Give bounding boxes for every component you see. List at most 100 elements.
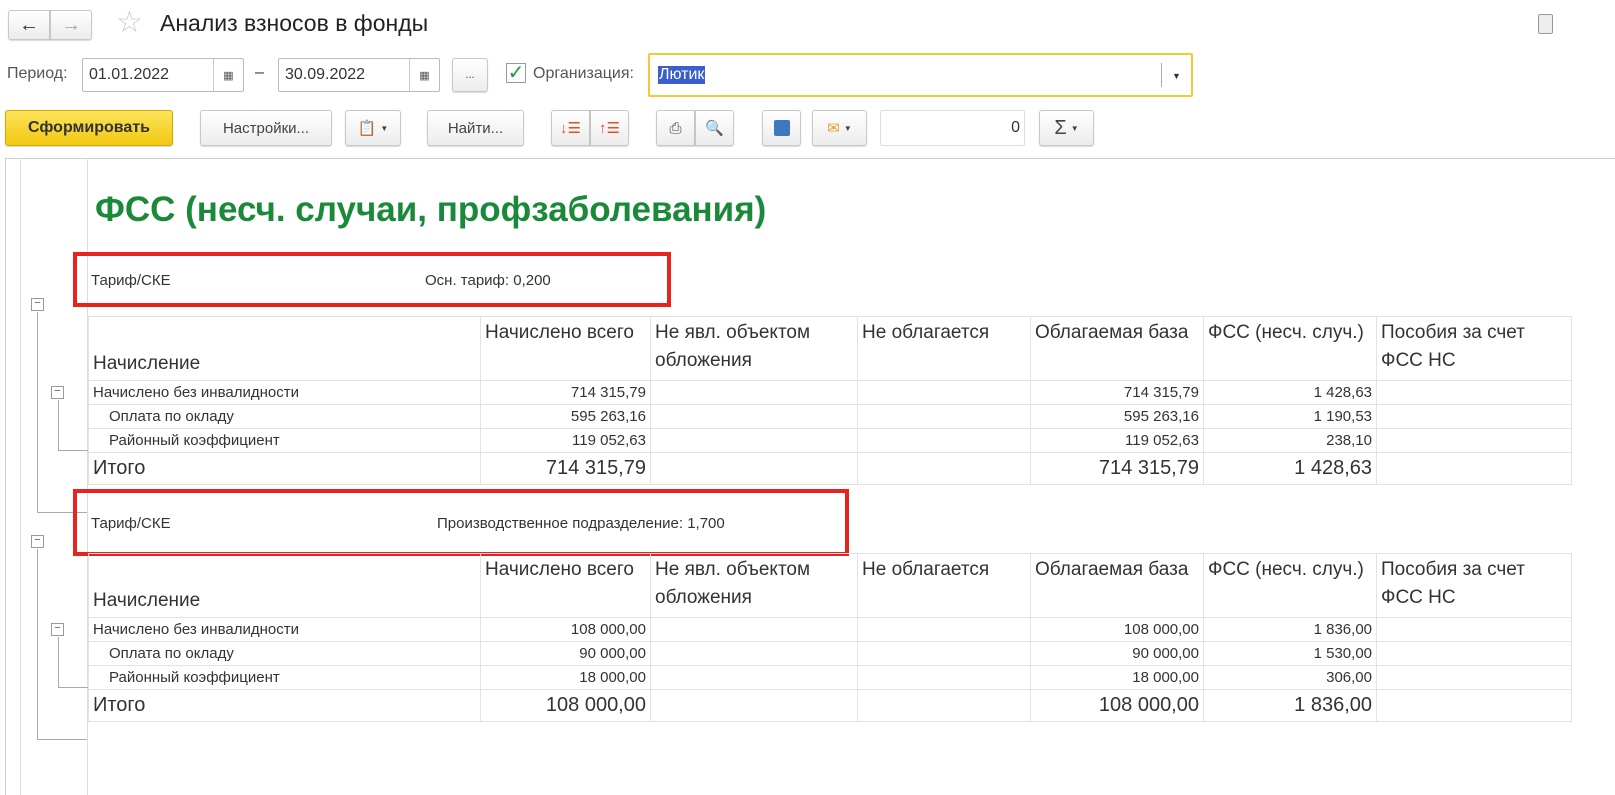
sum-counter-value: 0 xyxy=(1011,119,1020,136)
table-row[interactable]: Оплата по окладу 595 263,16 595 263,16 1 19… xyxy=(88,404,1572,429)
column-header: Начислено всего xyxy=(480,553,651,618)
sum-counter-field: 0 xyxy=(880,110,1025,146)
save-button[interactable] xyxy=(762,110,801,146)
expand-icon: ↓☰ xyxy=(560,120,581,137)
organization-label: Организация: xyxy=(533,65,634,82)
cell-total: 119 052,63 xyxy=(480,428,651,453)
organization-value: Лютик xyxy=(658,66,706,84)
cell-name: Оплата по окладу xyxy=(88,404,481,429)
variants-button[interactable]: 📋 ▼ xyxy=(345,110,401,146)
print-preview-icon: 🔍 xyxy=(705,120,724,137)
period-select-button[interactable]: ... xyxy=(452,58,488,92)
cell-total: 108 000,00 xyxy=(480,617,651,642)
cell-benefits xyxy=(1376,428,1572,453)
send-email-button[interactable]: ✉ ▼ xyxy=(812,110,867,146)
page-title: Анализ взносов в фонды xyxy=(160,10,429,36)
total-benefits xyxy=(1376,452,1572,485)
cell-total: 18 000,00 xyxy=(480,665,651,690)
total-base: 714 315,79 xyxy=(1030,452,1204,485)
total-row[interactable]: Итого 714 315,79 714 315,79 1 428,63 xyxy=(88,452,1572,485)
table-row[interactable]: Районный коэффициент 119 052,63 119 052,63… xyxy=(88,428,1572,453)
envelope-icon: ✉ xyxy=(827,120,840,137)
column-header: Облагаемая база xyxy=(1030,553,1204,618)
table-row[interactable]: Районный коэффициент 18 000,00 18 000,00 30… xyxy=(88,665,1572,690)
favorite-star-icon[interactable]: ☆ xyxy=(116,5,143,40)
generate-button[interactable]: Сформировать xyxy=(5,110,173,146)
collapse-groups-button[interactable]: ↑☰ xyxy=(590,110,629,146)
cell-base: 595 263,16 xyxy=(1030,404,1204,429)
cell-benefits xyxy=(1376,641,1572,666)
collapse-group-toggle[interactable]: − xyxy=(31,298,44,311)
date-from-field[interactable]: 01.01.2022 ▦ xyxy=(82,58,244,92)
preview-button[interactable]: 🔍 xyxy=(695,110,734,146)
cell-nonobj xyxy=(650,641,858,666)
column-header: ФСС (несч. случ.) xyxy=(1203,316,1377,381)
cell-base: 108 000,00 xyxy=(1030,617,1204,642)
cell-exempt xyxy=(857,617,1031,642)
period-label: Период: xyxy=(7,65,68,82)
table-row[interactable]: Оплата по окладу 90 000,00 90 000,00 1 530,… xyxy=(88,641,1572,666)
total-base: 108 000,00 xyxy=(1030,689,1204,722)
tarif-box: Тариф/СКЕ Осн. тариф: 0,200 xyxy=(73,252,671,307)
forward-button[interactable]: → xyxy=(50,10,92,40)
sum-button[interactable]: Σ ▼ xyxy=(1039,110,1094,146)
collapse-group-toggle[interactable]: − xyxy=(31,535,44,548)
column-header: Начисление xyxy=(88,316,481,381)
total-fss: 1 836,00 xyxy=(1203,689,1377,722)
report-variants-icon: 📋 xyxy=(357,120,377,137)
report-table: Начисление Начислено всего Не явл. объекто… xyxy=(88,553,1572,722)
organization-checkbox[interactable]: ✓ xyxy=(506,63,526,83)
organization-field[interactable]: Лютик ▼ xyxy=(648,53,1193,97)
settings-button[interactable]: Настройки... xyxy=(200,110,332,146)
print-button[interactable]: ⎙ xyxy=(656,110,695,146)
column-header: Начисление xyxy=(88,553,481,618)
calendar-icon[interactable]: ▦ xyxy=(409,59,439,91)
table-row[interactable]: Начислено без инвалидности 714 315,79 714 … xyxy=(88,380,1572,405)
column-header: Облагаемая база xyxy=(1030,316,1204,381)
printer-icon: ⎙ xyxy=(669,119,682,137)
total-fss: 1 428,63 xyxy=(1203,452,1377,485)
cell-fss: 1 190,53 xyxy=(1203,404,1377,429)
expand-groups-button[interactable]: ↓☰ xyxy=(551,110,590,146)
cell-name: Районный коэффициент xyxy=(88,665,481,690)
date-from-value: 01.01.2022 xyxy=(89,66,170,83)
total-row[interactable]: Итого 108 000,00 108 000,00 1 836,00 xyxy=(88,689,1572,722)
cell-fss: 238,10 xyxy=(1203,428,1377,453)
column-header: Не явл. объектом обложения xyxy=(650,316,858,381)
total-benefits xyxy=(1376,689,1572,722)
tarif-label: Тариф/СКЕ xyxy=(91,272,171,289)
dropdown-arrow-icon[interactable]: ▼ xyxy=(1161,63,1191,87)
cell-nonobj xyxy=(650,617,858,642)
save-layout-icon[interactable] xyxy=(1538,14,1553,34)
total-total: 108 000,00 xyxy=(480,689,651,722)
cell-base: 714 315,79 xyxy=(1030,380,1204,405)
report-title: ФСС (несч. случаи, профзаболевания) xyxy=(95,190,767,229)
collapse-icon: ↑☰ xyxy=(599,120,620,137)
total-nonobj xyxy=(650,689,858,722)
back-button[interactable]: ← xyxy=(8,10,50,40)
column-header: Не облагается xyxy=(857,553,1031,618)
column-header: Пособия за счет ФСС НС xyxy=(1376,316,1572,381)
cell-name: Оплата по окладу xyxy=(88,641,481,666)
cell-nonobj xyxy=(650,404,858,429)
date-to-value: 30.09.2022 xyxy=(285,66,366,83)
chevron-down-icon: ▼ xyxy=(1070,123,1079,133)
cell-nonobj xyxy=(650,665,858,690)
total-exempt xyxy=(857,452,1031,485)
cell-nonobj xyxy=(650,380,858,405)
calendar-icon[interactable]: ▦ xyxy=(213,59,243,91)
cell-base: 18 000,00 xyxy=(1030,665,1204,690)
floppy-disk-icon xyxy=(773,120,790,136)
date-to-field[interactable]: 30.09.2022 ▦ xyxy=(278,58,440,92)
find-button[interactable]: Найти... xyxy=(427,110,524,146)
collapse-group-toggle[interactable]: − xyxy=(51,623,64,636)
cell-fss: 1 530,00 xyxy=(1203,641,1377,666)
arrow-left-icon: ← xyxy=(19,13,39,36)
cell-name: Районный коэффициент xyxy=(88,428,481,453)
table-row[interactable]: Начислено без инвалидности 108 000,00 108 … xyxy=(88,617,1572,642)
cell-base: 119 052,63 xyxy=(1030,428,1204,453)
cell-total: 714 315,79 xyxy=(480,380,651,405)
cell-benefits xyxy=(1376,617,1572,642)
collapse-group-toggle[interactable]: − xyxy=(51,386,64,399)
total-exempt xyxy=(857,689,1031,722)
